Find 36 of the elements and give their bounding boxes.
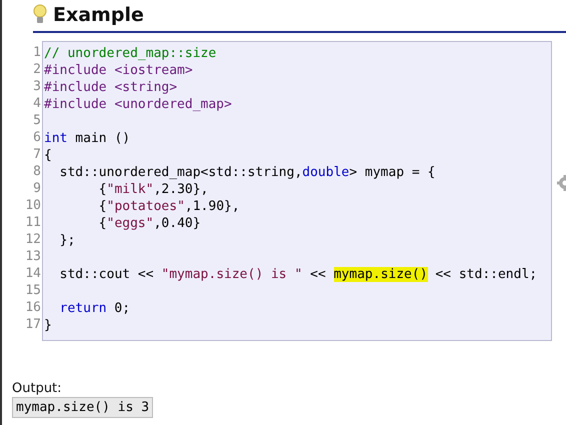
line-number: 5 — [33, 112, 41, 129]
code-line: #include <iostream> — [44, 62, 193, 79]
output-text: mymap.size() is 3 — [12, 397, 154, 418]
line-number: 15 — [25, 282, 41, 299]
code-line: } — [44, 317, 52, 334]
line-number: 3 — [33, 78, 41, 95]
code-line: { — [44, 147, 52, 164]
line-number: 6 — [33, 129, 41, 146]
code-line: int main () — [44, 130, 130, 147]
output-label: Output: — [12, 381, 63, 396]
line-number: 14 — [25, 265, 41, 282]
code-line: std::unordered_map<std::string,double> mymap = { — [58, 164, 436, 181]
line-number: 11 — [25, 214, 41, 231]
code-line: {"milk",2.30}, — [98, 181, 208, 198]
line-number: 10 — [25, 197, 41, 214]
line-number: 16 — [25, 299, 41, 316]
code-line: #include <unordered_map> — [44, 96, 232, 113]
line-number: 8 — [33, 163, 41, 180]
code-line: #include <string> — [44, 79, 178, 96]
line-number: 7 — [33, 146, 41, 163]
lightbulb-icon — [33, 4, 47, 26]
code-line: // unordered_map::size — [44, 45, 216, 62]
code-line: }; — [58, 232, 76, 249]
line-number: 2 — [33, 61, 41, 78]
code-line: std::cout << "mymap.size() is " << mymap.size() << std::endl; — [58, 266, 538, 283]
line-number: 9 — [33, 180, 41, 197]
line-number: 4 — [33, 95, 41, 112]
code-line: return 0; — [58, 300, 130, 317]
line-number: 17 — [25, 316, 41, 333]
line-number: 1 — [33, 44, 41, 61]
section-title: Example — [53, 4, 144, 26]
line-number: 12 — [25, 231, 41, 248]
code-line: {"potatoes",1.90}, — [98, 198, 240, 215]
code-line: {"eggs",0.40} — [98, 215, 201, 232]
line-number: 13 — [25, 248, 41, 265]
gear-icon[interactable] — [556, 174, 566, 192]
